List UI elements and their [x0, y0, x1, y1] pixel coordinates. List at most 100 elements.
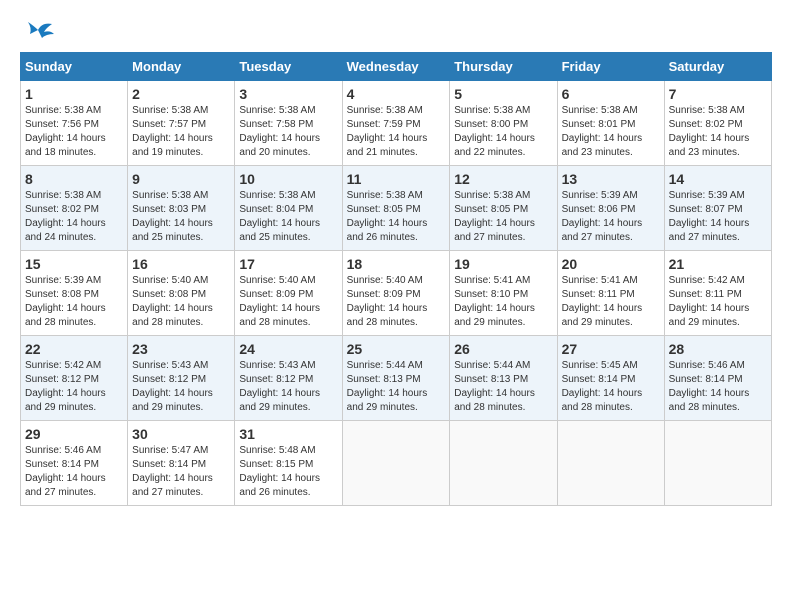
day-info: Sunrise: 5:39 AMSunset: 8:08 PMDaylight:… — [25, 274, 123, 330]
calendar-day-cell: 28 Sunrise: 5:46 AMSunset: 8:14 PMDayligh… — [664, 336, 771, 421]
calendar-day-cell: 26 Sunrise: 5:44 AMSunset: 8:13 PMDayligh… — [450, 336, 557, 421]
calendar-day-cell: 16Sunrise: 5:40 AMSunset: 8:08 PMDayligh… — [128, 251, 235, 336]
day-info: Sunrise: 5:45 AMSunset: 8:14 PMDaylight:… — [562, 359, 660, 415]
calendar-day-cell: 19 Sunrise: 5:41 AMSunset: 8:10 PMDayligh… — [450, 251, 557, 336]
day-info: Sunrise: 5:38 AMSunset: 7:56 PMDaylight:… — [25, 104, 123, 160]
calendar-day-cell: 21 Sunrise: 5:42 AMSunset: 8:11 PMDayligh… — [664, 251, 771, 336]
calendar-day-cell: 18Sunrise: 5:40 AMSunset: 8:09 PMDayligh… — [342, 251, 450, 336]
calendar-day-cell: 3Sunrise: 5:38 AMSunset: 7:58 PMDaylight… — [235, 81, 342, 166]
day-info: Sunrise: 5:38 AMSunset: 8:05 PMDaylight:… — [454, 189, 552, 245]
calendar-week-row: 15 Sunrise: 5:39 AMSunset: 8:08 PMDayligh… — [21, 251, 772, 336]
day-info: Sunrise: 5:38 AMSunset: 8:00 PMDaylight:… — [454, 104, 552, 160]
day-info: Sunrise: 5:38 AMSunset: 8:01 PMDaylight:… — [562, 104, 660, 160]
day-info: Sunrise: 5:38 AMSunset: 7:58 PMDaylight:… — [239, 104, 337, 160]
calendar-day-cell: 13Sunrise: 5:39 AMSunset: 8:06 PMDayligh… — [557, 166, 664, 251]
day-info: Sunrise: 5:38 AMSunset: 7:57 PMDaylight:… — [132, 104, 230, 160]
day-header-tuesday: Tuesday — [235, 53, 342, 81]
calendar-day-cell: 9 Sunrise: 5:38 AMSunset: 8:03 PMDaylight… — [128, 166, 235, 251]
calendar-day-cell: 15 Sunrise: 5:39 AMSunset: 8:08 PMDayligh… — [21, 251, 128, 336]
day-info: Sunrise: 5:39 AMSunset: 8:07 PMDaylight:… — [669, 189, 767, 245]
calendar-day-cell: 27 Sunrise: 5:45 AMSunset: 8:14 PMDayligh… — [557, 336, 664, 421]
day-number: 2 — [132, 86, 230, 102]
day-number: 4 — [347, 86, 446, 102]
calendar-day-cell: 6Sunrise: 5:38 AMSunset: 8:01 PMDaylight… — [557, 81, 664, 166]
day-info: Sunrise: 5:46 AMSunset: 8:14 PMDaylight:… — [669, 359, 767, 415]
day-number: 17 — [239, 256, 337, 272]
day-number: 22 — [25, 341, 123, 357]
calendar-day-cell: 5 Sunrise: 5:38 AMSunset: 8:00 PMDaylight… — [450, 81, 557, 166]
day-number: 15 — [25, 256, 123, 272]
calendar-day-cell: 2 Sunrise: 5:38 AMSunset: 7:57 PMDaylight… — [128, 81, 235, 166]
calendar-day-cell: 12 Sunrise: 5:38 AMSunset: 8:05 PMDayligh… — [450, 166, 557, 251]
day-number: 29 — [25, 426, 123, 442]
logo — [20, 20, 54, 42]
calendar-week-row: 22 Sunrise: 5:42 AMSunset: 8:12 PMDayligh… — [21, 336, 772, 421]
day-info: Sunrise: 5:38 AMSunset: 8:02 PMDaylight:… — [669, 104, 767, 160]
day-info: Sunrise: 5:41 AMSunset: 8:10 PMDaylight:… — [454, 274, 552, 330]
calendar-day-cell: 23 Sunrise: 5:43 AMSunset: 8:12 PMDayligh… — [128, 336, 235, 421]
day-number: 12 — [454, 171, 552, 187]
day-header-friday: Friday — [557, 53, 664, 81]
day-info: Sunrise: 5:48 AMSunset: 8:15 PMDaylight:… — [239, 444, 337, 500]
day-header-thursday: Thursday — [450, 53, 557, 81]
calendar-day-cell: 24 Sunrise: 5:43 AMSunset: 8:12 PMDayligh… — [235, 336, 342, 421]
day-info: Sunrise: 5:41 AMSunset: 8:11 PMDaylight:… — [562, 274, 660, 330]
day-number: 28 — [669, 341, 767, 357]
day-info: Sunrise: 5:44 AMSunset: 8:13 PMDaylight:… — [454, 359, 552, 415]
day-info: Sunrise: 5:40 AMSunset: 8:09 PMDaylight:… — [239, 274, 337, 330]
calendar-day-cell: 20 Sunrise: 5:41 AMSunset: 8:11 PMDayligh… — [557, 251, 664, 336]
day-number: 5 — [454, 86, 552, 102]
day-number: 26 — [454, 341, 552, 357]
calendar-day-cell — [450, 421, 557, 506]
day-info: Sunrise: 5:38 AMSunset: 8:02 PMDaylight:… — [25, 189, 123, 245]
calendar-day-cell: 17 Sunrise: 5:40 AMSunset: 8:09 PMDayligh… — [235, 251, 342, 336]
calendar-day-cell: 1 Sunrise: 5:38 AMSunset: 7:56 PMDaylight… — [21, 81, 128, 166]
day-header-sunday: Sunday — [21, 53, 128, 81]
day-number: 9 — [132, 171, 230, 187]
day-number: 10 — [239, 171, 337, 187]
day-number: 24 — [239, 341, 337, 357]
day-number: 19 — [454, 256, 552, 272]
calendar-week-row: 8 Sunrise: 5:38 AMSunset: 8:02 PMDaylight… — [21, 166, 772, 251]
day-number: 20 — [562, 256, 660, 272]
day-info: Sunrise: 5:46 AMSunset: 8:14 PMDaylight:… — [25, 444, 123, 500]
day-info: Sunrise: 5:44 AMSunset: 8:13 PMDaylight:… — [347, 359, 446, 415]
day-number: 18 — [347, 256, 446, 272]
day-number: 8 — [25, 171, 123, 187]
calendar-day-cell: 10 Sunrise: 5:38 AMSunset: 8:04 PMDayligh… — [235, 166, 342, 251]
calendar-day-cell: 25Sunrise: 5:44 AMSunset: 8:13 PMDayligh… — [342, 336, 450, 421]
day-info: Sunrise: 5:43 AMSunset: 8:12 PMDaylight:… — [239, 359, 337, 415]
day-info: Sunrise: 5:40 AMSunset: 8:08 PMDaylight:… — [132, 274, 230, 330]
day-header-saturday: Saturday — [664, 53, 771, 81]
day-number: 1 — [25, 86, 123, 102]
calendar-day-cell: 22 Sunrise: 5:42 AMSunset: 8:12 PMDayligh… — [21, 336, 128, 421]
day-header-wednesday: Wednesday — [342, 53, 450, 81]
calendar-header-row: SundayMondayTuesdayWednesdayThursdayFrid… — [21, 53, 772, 81]
calendar-day-cell — [342, 421, 450, 506]
day-number: 7 — [669, 86, 767, 102]
calendar-day-cell — [664, 421, 771, 506]
day-number: 21 — [669, 256, 767, 272]
day-info: Sunrise: 5:38 AMSunset: 8:05 PMDaylight:… — [347, 189, 446, 245]
day-info: Sunrise: 5:42 AMSunset: 8:11 PMDaylight:… — [669, 274, 767, 330]
day-number: 23 — [132, 341, 230, 357]
day-info: Sunrise: 5:42 AMSunset: 8:12 PMDaylight:… — [25, 359, 123, 415]
day-info: Sunrise: 5:38 AMSunset: 8:04 PMDaylight:… — [239, 189, 337, 245]
calendar-day-cell: 4 Sunrise: 5:38 AMSunset: 7:59 PMDaylight… — [342, 81, 450, 166]
day-number: 27 — [562, 341, 660, 357]
page-header — [20, 20, 772, 42]
calendar-day-cell: 29 Sunrise: 5:46 AMSunset: 8:14 PMDayligh… — [21, 421, 128, 506]
calendar-day-cell — [557, 421, 664, 506]
calendar-day-cell: 8 Sunrise: 5:38 AMSunset: 8:02 PMDaylight… — [21, 166, 128, 251]
day-info: Sunrise: 5:38 AMSunset: 7:59 PMDaylight:… — [347, 104, 446, 160]
calendar-day-cell: 11Sunrise: 5:38 AMSunset: 8:05 PMDayligh… — [342, 166, 450, 251]
day-number: 13 — [562, 171, 660, 187]
calendar-day-cell: 14Sunrise: 5:39 AMSunset: 8:07 PMDayligh… — [664, 166, 771, 251]
day-number: 30 — [132, 426, 230, 442]
calendar-day-cell: 30Sunrise: 5:47 AMSunset: 8:14 PMDayligh… — [128, 421, 235, 506]
calendar-table: SundayMondayTuesdayWednesdayThursdayFrid… — [20, 52, 772, 506]
day-info: Sunrise: 5:38 AMSunset: 8:03 PMDaylight:… — [132, 189, 230, 245]
day-info: Sunrise: 5:43 AMSunset: 8:12 PMDaylight:… — [132, 359, 230, 415]
calendar-day-cell: 31Sunrise: 5:48 AMSunset: 8:15 PMDayligh… — [235, 421, 342, 506]
calendar-week-row: 29 Sunrise: 5:46 AMSunset: 8:14 PMDayligh… — [21, 421, 772, 506]
